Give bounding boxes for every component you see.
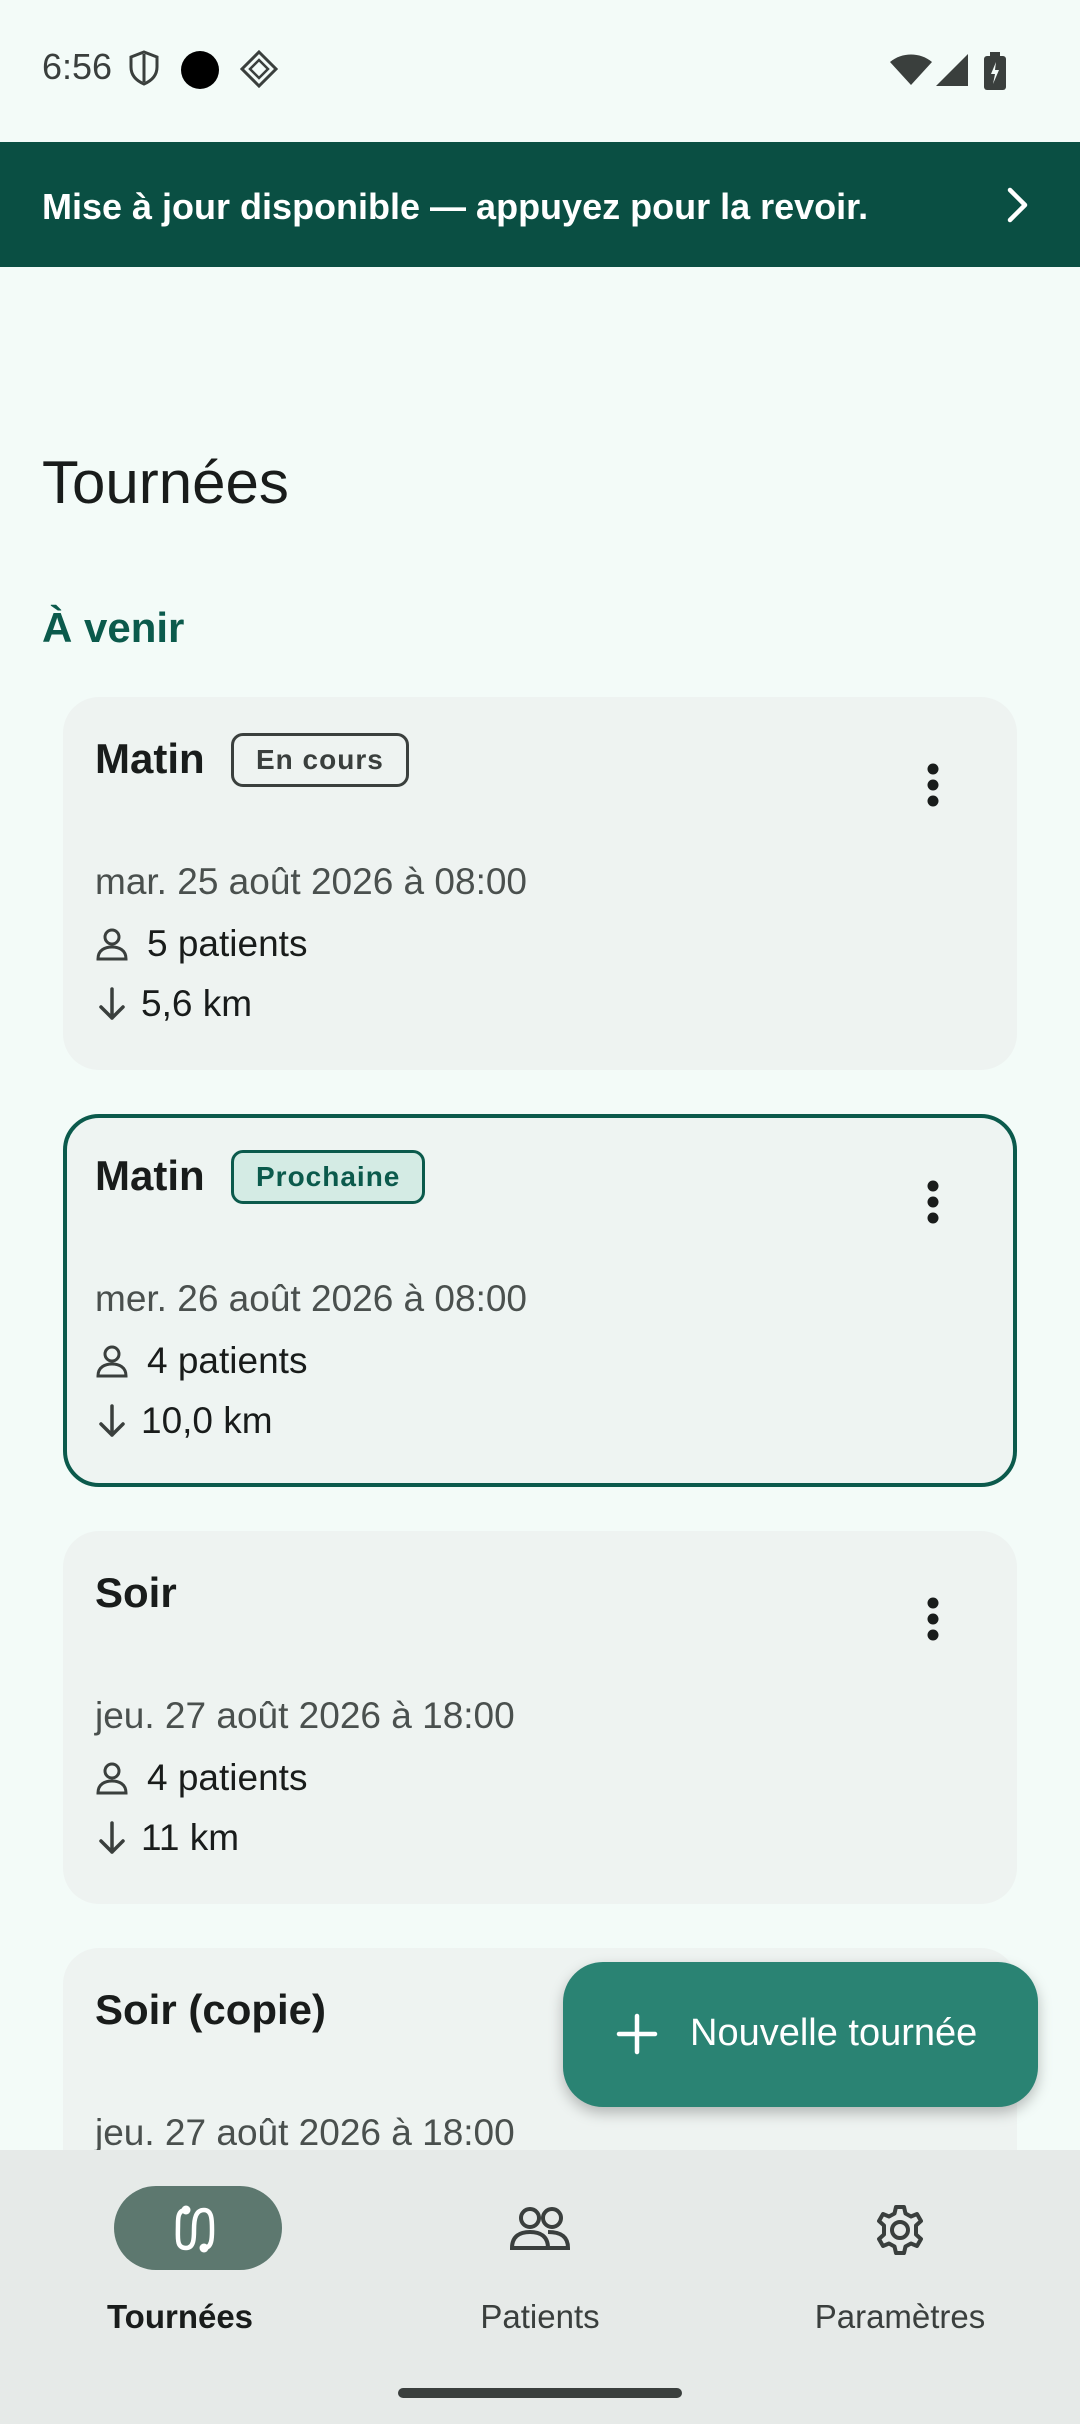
more-vert-icon[interactable] (927, 1180, 939, 1224)
new-tour-button-label: Nouvelle tournée (690, 2012, 978, 2054)
update-banner-text: Mise à jour disponible — appuyez pour la… (42, 186, 869, 227)
tour-card-distance-text: 5,6 km (141, 983, 253, 1024)
tour-card-patients-text: 4 patients (147, 1757, 308, 1798)
status-badge-in-progress: En cours (231, 733, 409, 787)
home-indicator[interactable] (398, 2388, 682, 2398)
nav-item-tours[interactable]: Tournées (30, 2186, 330, 2336)
nav-item-patients[interactable]: Patients (390, 2186, 690, 2336)
arrow-down-icon (99, 1821, 125, 1854)
route-icon (175, 2205, 215, 2253)
record-dot-icon (181, 51, 219, 89)
wifi-icon (890, 54, 932, 85)
page-title: Tournées (42, 449, 289, 516)
shield-icon (129, 50, 159, 86)
nav-label-tours: Tournées (106, 2298, 254, 2335)
tour-card-distance: 10,0 km (95, 1400, 273, 1442)
gear-icon (877, 2205, 923, 2255)
new-tour-button[interactable]: Nouvelle tournée (563, 1962, 1038, 2107)
people-icon (509, 2207, 571, 2250)
arrow-down-icon (99, 987, 125, 1020)
tour-card-distance-text: 11 km (141, 1817, 240, 1858)
person-icon (96, 928, 128, 961)
tour-card-distance: 5,6 km (95, 983, 252, 1025)
update-banner[interactable]: Mise à jour disponible — appuyez pour la… (0, 142, 1080, 267)
tour-card-patients-text: 4 patients (147, 1340, 308, 1381)
tour-card-title: Matin (95, 1152, 205, 1199)
section-title-upcoming: À venir (42, 604, 185, 651)
cellular-signal-icon (936, 54, 968, 86)
tour-card-patients: 5 patients (95, 923, 307, 965)
tour-card-patients: 4 patients (95, 1340, 307, 1382)
tour-card-distance: 11 km (95, 1817, 239, 1859)
battery-icon (984, 52, 1006, 90)
tour-card-distance-text: 10,0 km (141, 1400, 273, 1441)
nav-label-patients: Patients (480, 2298, 600, 2335)
tour-card[interactable]: Soir jeu. 27 août 2026 à 18:00 4 patient… (63, 1531, 1017, 1904)
tour-card-date: jeu. 27 août 2026 à 18:00 (95, 1695, 515, 1736)
diamond-app-icon (240, 50, 278, 88)
more-vert-icon[interactable] (927, 1597, 939, 1641)
tour-card-patients-text: 5 patients (147, 923, 308, 964)
tour-card[interactable]: Matin En cours mar. 25 août 2026 à 08:00… (63, 697, 1017, 1070)
tour-card-date: jeu. 27 août 2026 à 18:00 (95, 2112, 515, 2153)
nav-item-settings[interactable]: Paramètres (750, 2186, 1050, 2336)
status-badge-next: Prochaine (231, 1150, 426, 1204)
status-bar: 6:56 (0, 0, 1080, 142)
tour-card-patients: 4 patients (95, 1757, 307, 1799)
person-icon (96, 1345, 128, 1378)
tour-card-date: mer. 26 août 2026 à 08:00 (95, 1278, 528, 1319)
tour-card-title: Matin (95, 735, 205, 782)
tour-card-title: Soir (95, 1569, 177, 1616)
tour-card[interactable]: Matin Prochaine mer. 26 août 2026 à 08:0… (63, 1114, 1017, 1487)
chevron-right-icon (1007, 187, 1028, 223)
status-time: 6:56 (42, 46, 113, 87)
nav-label-settings: Paramètres (814, 2298, 986, 2335)
plus-icon (616, 2013, 658, 2055)
more-vert-icon[interactable] (927, 763, 939, 807)
person-icon (96, 1762, 128, 1795)
bottom-navigation: Tournées Patients Paramètres (0, 2150, 1080, 2424)
tour-card-title: Soir (copie) (95, 1986, 327, 2033)
arrow-down-icon (99, 1404, 125, 1437)
tour-card-date: mar. 25 août 2026 à 08:00 (95, 861, 528, 902)
